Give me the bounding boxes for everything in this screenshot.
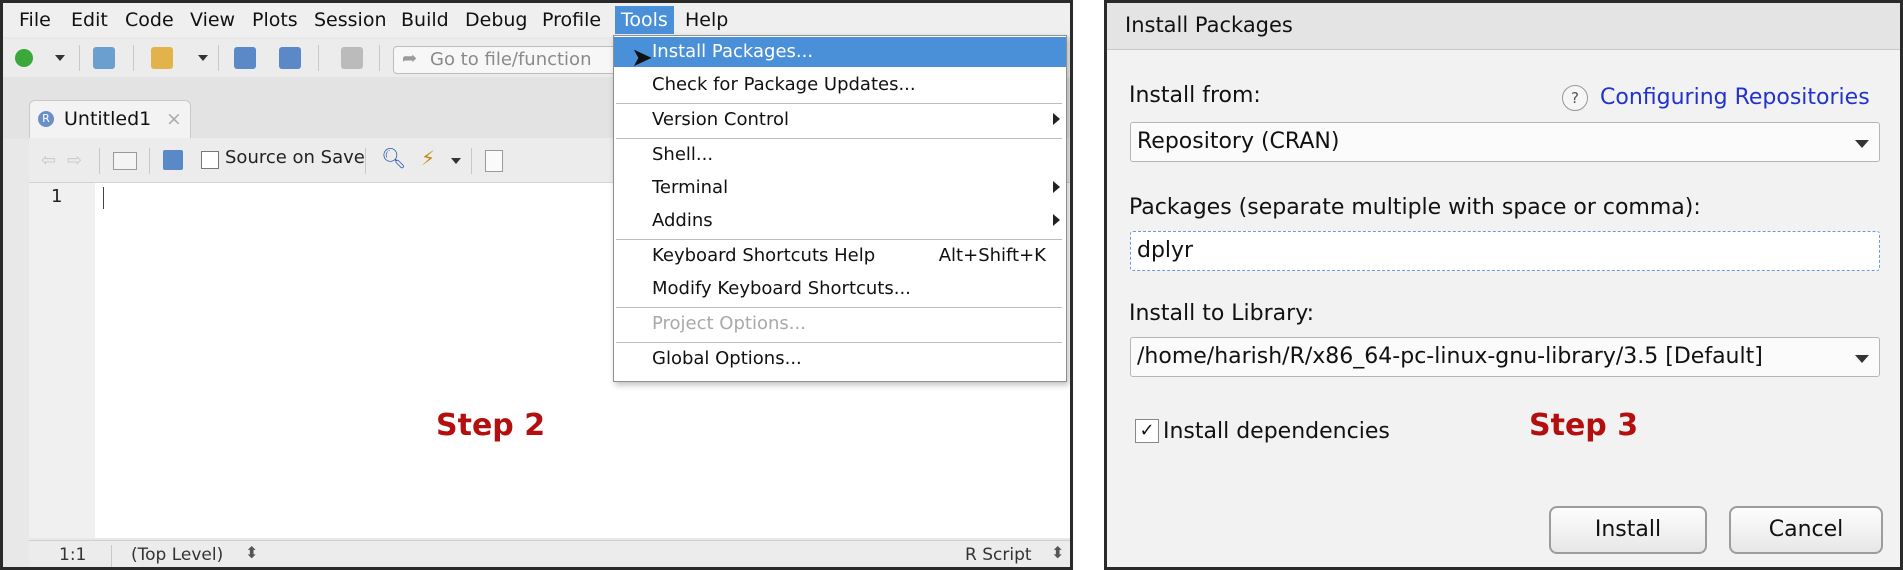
toolbar-separator [149, 148, 150, 174]
chevron-down-icon [1855, 140, 1869, 148]
toolbar-separator [318, 45, 319, 71]
menu-item-install-packages[interactable]: Install Packages... [614, 37, 1066, 67]
menu-item-check-updates[interactable]: Check for Package Updates... [614, 70, 1066, 100]
toolbar-separator [471, 148, 472, 174]
goto-file-input[interactable]: ➦ Go to file/function [393, 46, 625, 74]
toolbar-separator [79, 45, 80, 71]
open-folder-icon[interactable] [151, 47, 173, 69]
step-3-label: Step 3 [1529, 408, 1639, 443]
menu-tools[interactable]: Tools [615, 6, 674, 34]
toolbar-separator [133, 45, 134, 71]
menu-plots[interactable]: Plots [252, 9, 298, 31]
menu-item-addins[interactable]: Addins [614, 206, 1066, 236]
packages-value: dplyr [1137, 238, 1194, 263]
install-button[interactable]: Install [1549, 506, 1707, 554]
configuring-repositories-link[interactable]: Configuring Repositories [1600, 85, 1870, 110]
tools-dropdown-menu: Install Packages... Check for Package Up… [613, 35, 1067, 382]
tab-untitled1[interactable]: R Untitled1 × [29, 100, 191, 139]
menu-separator [616, 138, 1062, 139]
submenu-arrow-icon [1053, 181, 1060, 193]
menu-separator [616, 103, 1062, 104]
menu-help[interactable]: Help [685, 9, 728, 31]
back-icon[interactable]: ⇦ [41, 150, 56, 171]
menu-item-keyboard-shortcuts-help[interactable]: Keyboard Shortcuts Help Alt+Shift+K [614, 241, 1066, 271]
submenu-arrow-icon [1053, 214, 1060, 226]
menu-item-shell[interactable]: Shell... [614, 140, 1066, 170]
step-2-label: Step 2 [436, 408, 546, 443]
status-separator [111, 545, 112, 567]
chevron-down-icon[interactable] [198, 55, 208, 61]
menu-separator [616, 239, 1062, 240]
toolbar-separator [99, 148, 100, 174]
magic-wand-icon[interactable]: ⚡︎ [421, 146, 435, 170]
mouse-pointer-icon: ➤ [631, 43, 653, 73]
menu-file[interactable]: File [19, 9, 51, 31]
updown-icon: ⬍ [1051, 543, 1065, 562]
menu-edit[interactable]: Edit [71, 9, 108, 31]
install-to-library-select[interactable]: /home/harish/R/x86_64-pc-linux-gnu-libra… [1130, 337, 1880, 377]
install-from-value: Repository (CRAN) [1137, 129, 1340, 154]
save-icon[interactable] [163, 150, 183, 170]
submenu-arrow-icon [1053, 113, 1060, 125]
search-icon[interactable]: 🔍︎ [381, 146, 406, 170]
scope-selector[interactable]: (Top Level) [131, 545, 223, 565]
dialog-title: Install Packages [1125, 13, 1293, 37]
toolbar-separator [379, 45, 380, 71]
dialog-titlebar: Install Packages [1107, 3, 1900, 50]
forward-icon[interactable]: ⇨ [67, 150, 82, 171]
packages-label: Packages (separate multiple with space o… [1129, 195, 1701, 220]
menubar: File Edit Code View Plots Session Build … [3, 3, 1070, 37]
menu-view[interactable]: View [190, 9, 235, 31]
cursor-position: 1:1 [59, 545, 87, 565]
close-icon[interactable]: × [166, 108, 182, 130]
menu-profile[interactable]: Profile [542, 9, 601, 31]
menu-code[interactable]: Code [125, 9, 174, 31]
show-in-window-icon[interactable] [113, 152, 137, 170]
install-dependencies-checkbox[interactable]: ✓ [1135, 419, 1159, 443]
install-from-select[interactable]: Repository (CRAN) [1130, 122, 1880, 162]
rstudio-window: File Edit Code View Plots Session Build … [0, 0, 1073, 570]
text-cursor [103, 187, 104, 209]
menu-build[interactable]: Build [401, 9, 449, 31]
chevron-down-icon[interactable] [451, 158, 461, 164]
statusbar: 1:1 (Top Level) ⬍ R Script ⬍ [29, 540, 1070, 567]
chevron-down-icon [1855, 355, 1869, 363]
menu-debug[interactable]: Debug [465, 9, 527, 31]
toolbar-separator [365, 148, 366, 174]
r-file-icon: R [38, 111, 54, 127]
save-icon[interactable] [234, 47, 256, 69]
help-icon[interactable]: ? [1562, 85, 1588, 111]
toolbar-separator [218, 45, 219, 71]
new-project-icon[interactable] [93, 47, 115, 69]
library-value: /home/harish/R/x86_64-pc-linux-gnu-libra… [1137, 344, 1763, 369]
menu-item-project-options: Project Options... [652, 313, 806, 334]
arrow-right-icon: ➦ [402, 48, 418, 69]
updown-icon: ⬍ [245, 543, 259, 562]
menu-separator [616, 342, 1062, 343]
install-from-label: Install from: [1129, 83, 1261, 108]
chevron-down-icon[interactable] [55, 55, 65, 61]
print-icon[interactable] [341, 47, 363, 69]
install-to-library-label: Install to Library: [1129, 301, 1315, 326]
line-number: 1 [51, 186, 63, 207]
menu-session[interactable]: Session [314, 9, 387, 31]
menu-item-terminal[interactable]: Terminal [614, 173, 1066, 203]
install-packages-dialog: Install Packages Install from: ? Configu… [1104, 0, 1903, 570]
new-file-icon[interactable] [15, 49, 33, 67]
menu-separator [616, 307, 1062, 308]
menu-item-global-options[interactable]: Global Options... [614, 344, 1066, 374]
goto-placeholder: Go to file/function [430, 49, 592, 70]
tab-label: Untitled1 [64, 108, 152, 130]
line-gutter: 1 [29, 183, 95, 538]
install-dependencies-label: Install dependencies [1163, 419, 1390, 444]
document-outline-icon[interactable] [485, 150, 503, 172]
filetype-selector[interactable]: R Script [965, 545, 1032, 565]
cancel-button[interactable]: Cancel [1729, 506, 1883, 554]
menu-item-version-control[interactable]: Version Control [614, 105, 1066, 135]
menu-item-modify-keyboard-shortcuts[interactable]: Modify Keyboard Shortcuts... [614, 274, 1066, 304]
packages-input[interactable]: dplyr [1130, 231, 1880, 271]
save-all-icon[interactable] [279, 47, 301, 69]
source-on-save-label: Source on Save [225, 147, 365, 168]
source-on-save-checkbox[interactable] [201, 151, 219, 169]
